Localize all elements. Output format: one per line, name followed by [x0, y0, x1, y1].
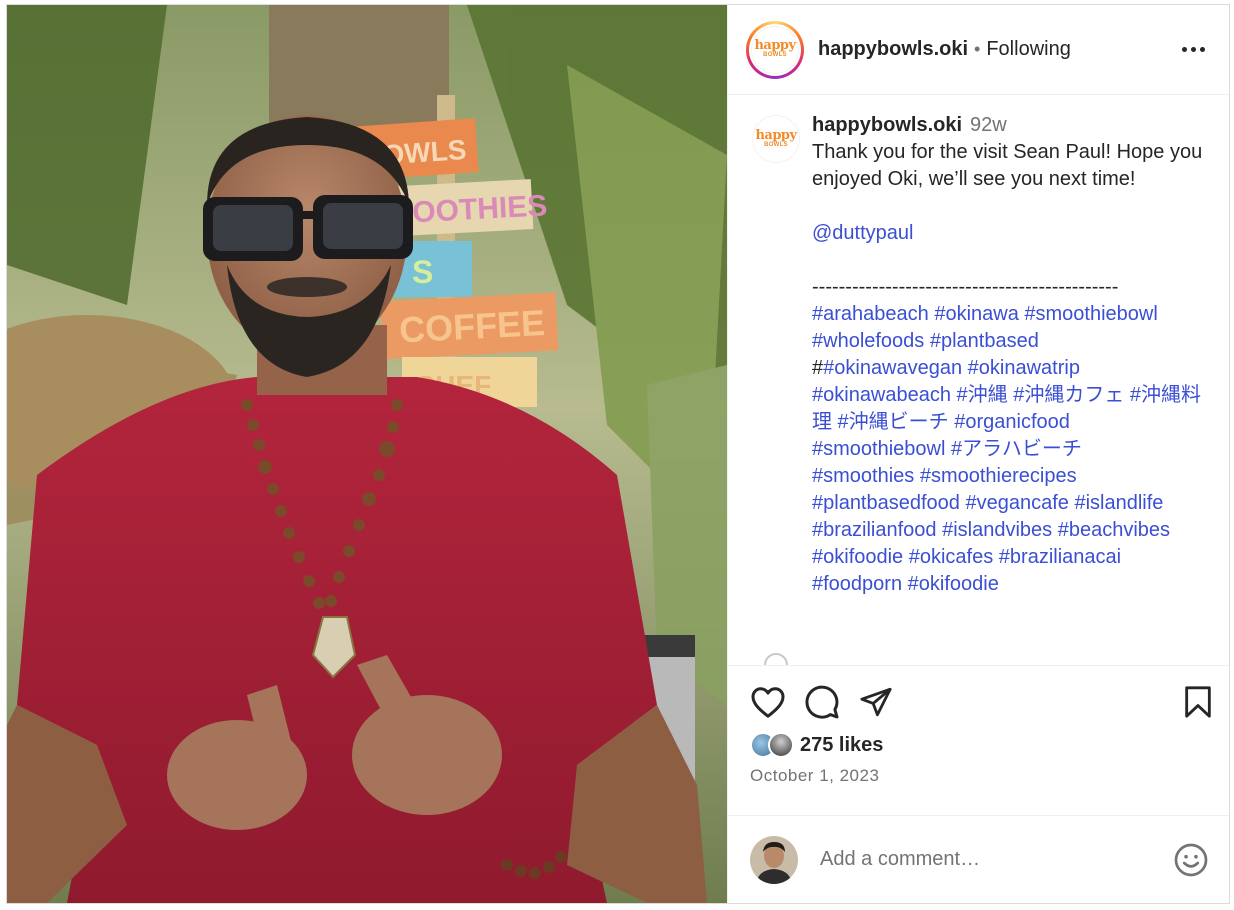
- following-button[interactable]: Following: [986, 38, 1070, 61]
- caption-text: happybowls.oki 92w Thank you for the visi…: [812, 114, 1208, 598]
- caption-body: Thank you for the visit Sean Paul! Hope …: [812, 141, 1203, 190]
- likes-row[interactable]: 275 likes: [750, 732, 1213, 758]
- heart-icon[interactable]: [750, 685, 786, 719]
- hashtag-line[interactable]: #brazilianfood #islandvibes #beachvibes: [812, 517, 1208, 544]
- caption-scroll-area[interactable]: happy BOWLS happybowls.oki 92w Thank you …: [728, 95, 1229, 665]
- hashtag-line[interactable]: #smoothies #smoothierecipes: [812, 463, 1208, 490]
- hashtag-line[interactable]: #foodporn #okifoodie: [812, 571, 1208, 598]
- emoji-icon[interactable]: [1173, 842, 1209, 878]
- current-user-avatar: [750, 835, 798, 884]
- hashtag-line[interactable]: #plantbasedfood #vegancafe #islandlife: [812, 490, 1208, 517]
- hashtag-line[interactable]: #smoothiebowl #アラハビーチ: [812, 436, 1208, 463]
- header-username[interactable]: happybowls.oki: [818, 38, 968, 61]
- mention-link[interactable]: @duttypaul: [812, 220, 1208, 247]
- hashtag-line[interactable]: ##okinawavegan #okinawatrip: [812, 355, 1208, 382]
- caption-avatar[interactable]: happy BOWLS: [752, 115, 800, 163]
- logo-subtext: BOWLS: [764, 141, 788, 148]
- post-dialog: BOWLS SMOOTHIES S COFFEE CHEF: [6, 4, 1230, 904]
- hashtag-line[interactable]: #okinawabeach #沖縄 #沖縄カフェ #沖縄料理 #沖縄ビーチ #o…: [812, 382, 1208, 436]
- account-avatar-story-ring[interactable]: happy BOWLS: [746, 20, 804, 79]
- comment-icon[interactable]: [804, 684, 840, 720]
- post-side-panel: happy BOWLS happybowls.oki • Following h…: [727, 5, 1229, 903]
- logo-text: happy: [754, 38, 796, 53]
- liker-avatar: [768, 732, 794, 758]
- comment-input[interactable]: [818, 847, 1173, 872]
- bookmark-icon[interactable]: [1183, 685, 1213, 719]
- hashtag-prefix: #: [812, 357, 824, 379]
- more-options-icon[interactable]: [1174, 39, 1213, 60]
- caption-timestamp[interactable]: 92w: [970, 114, 1007, 136]
- logo-subtext: BOWLS: [763, 52, 787, 58]
- happybowls-logo: happy BOWLS: [751, 25, 799, 74]
- separator-dot: •: [974, 39, 981, 59]
- logo-text: happy: [755, 127, 797, 143]
- post-date[interactable]: October 1, 2023: [750, 766, 1213, 786]
- account-avatar: happy BOWLS: [749, 23, 801, 76]
- hashtag-line[interactable]: #arahabeach #okinawa #smoothiebowl: [812, 301, 1208, 328]
- caption-separator: ----------------------------------------…: [812, 276, 1119, 298]
- happybowls-logo: happy BOWLS: [752, 115, 800, 163]
- hashtag-list: #arahabeach #okinawa #smoothiebowl #whol…: [812, 301, 1208, 598]
- likes-count[interactable]: 275 likes: [800, 734, 883, 757]
- user-avatar-illustration: [750, 835, 798, 884]
- caption-username[interactable]: happybowls.oki: [812, 114, 962, 136]
- caption: happy BOWLS happybowls.oki 92w Thank you …: [752, 114, 1209, 598]
- post-header: happy BOWLS happybowls.oki • Following: [728, 5, 1229, 95]
- more-dot: [1182, 47, 1187, 52]
- post-photo[interactable]: BOWLS SMOOTHIES S COFFEE CHEF: [7, 5, 727, 903]
- photo-illustration: BOWLS SMOOTHIES S COFFEE CHEF: [7, 5, 727, 903]
- share-icon[interactable]: [858, 685, 894, 719]
- more-dot: [1200, 47, 1205, 52]
- sign-text-3: COFFEE: [398, 302, 546, 351]
- hashtag-line[interactable]: #okifoodie #okicafes #brazilianacai: [812, 544, 1208, 571]
- hashtag-line[interactable]: #wholefoods #plantbased: [812, 328, 1208, 355]
- action-icons: [750, 680, 1213, 724]
- next-comment-avatar: [764, 653, 788, 665]
- hashtag-line-text[interactable]: #okinawavegan #okinawatrip: [823, 357, 1080, 379]
- sign-text-2: S: [412, 254, 433, 290]
- more-dot: [1191, 47, 1196, 52]
- post-actions: 275 likes October 1, 2023: [728, 665, 1229, 815]
- comment-bar: [728, 815, 1229, 903]
